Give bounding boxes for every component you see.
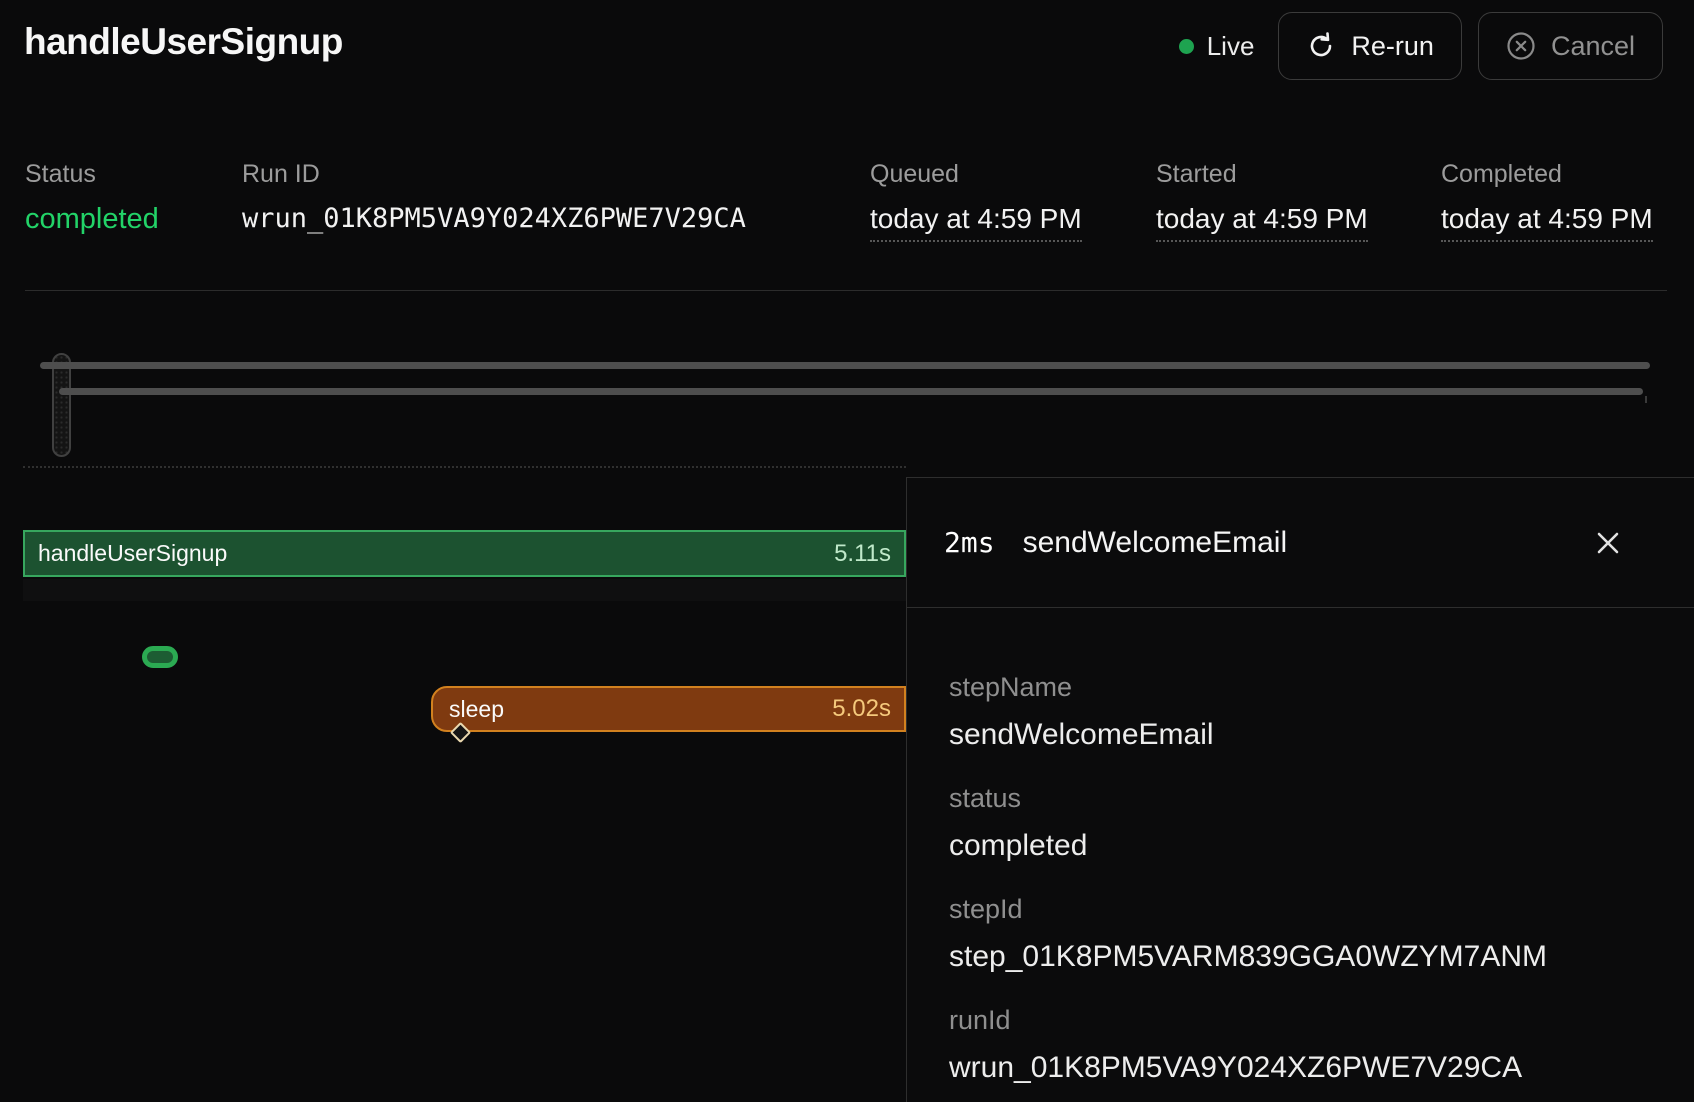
meta-run-id-label: Run ID [242,160,746,189]
rerun-button[interactable]: Re-run [1278,12,1462,80]
field-step-id-label: stepId [949,893,1654,925]
minimap-tick [1645,396,1647,403]
field-status-value: completed [949,828,1654,864]
field-step-name: stepName sendWelcomeEmail [949,671,1654,753]
cancel-button[interactable]: Cancel [1478,12,1663,80]
timeline-bar-sleep[interactable]: sleep 5.02s [431,686,906,732]
live-label: Live [1207,31,1255,62]
meta-queued-label: Queued [870,160,1082,189]
meta-run-id: Run ID wrun_01K8PM5VA9Y024XZ6PWE7V29CA [242,160,746,234]
field-status-label: status [949,782,1654,814]
field-step-name-value: sendWelcomeEmail [949,717,1654,753]
workflow-bar-duration: 5.11s [834,540,891,568]
rerun-button-label: Re-run [1351,31,1434,62]
close-panel-button[interactable] [1592,527,1624,559]
close-icon [1592,547,1624,562]
detail-step-title: sendWelcomeEmail [1023,526,1288,560]
completed-time-value: today at 4:59 PM [1441,203,1653,242]
detail-panel-body: stepName sendWelcomeEmail status complet… [907,608,1694,1086]
live-dot-icon [1179,39,1194,54]
detail-step-duration: 2ms [944,526,995,559]
field-step-id-value: step_01K8PM5VARM839GGA0WZYM7ANM [949,939,1654,975]
timeline-row-band [23,579,906,601]
queued-time-value: today at 4:59 PM [870,203,1082,242]
cancel-button-label: Cancel [1551,31,1635,62]
run-id-value: wrun_01K8PM5VA9Y024XZ6PWE7V29CA [242,203,746,234]
step-detail-panel: 2ms sendWelcomeEmail stepName sendWelcom… [906,477,1694,1102]
field-step-id: stepId step_01K8PM5VARM839GGA0WZYM7ANM [949,893,1654,975]
meta-queued: Queued today at 4:59 PM [870,160,1082,242]
field-run-id: runId wrun_01K8PM5VA9Y024XZ6PWE7V29CA [949,1004,1654,1086]
minimap-span-sleep [59,388,1643,395]
sleep-bar-duration: 5.02s [832,695,891,723]
meta-completed: Completed today at 4:59 PM [1441,160,1653,242]
started-time-value: today at 4:59 PM [1156,203,1368,242]
field-run-id-label: runId [949,1004,1654,1036]
header-divider [25,290,1667,291]
timeline-gridline [23,466,906,468]
page-title: handleUserSignup [24,21,343,63]
header-controls: Live Re-run Cancel [1179,12,1663,80]
live-indicator: Live [1179,31,1255,62]
refresh-icon [1306,31,1336,61]
meta-started-label: Started [1156,160,1368,189]
meta-status: Status completed [25,160,159,236]
field-status: status completed [949,782,1654,864]
meta-status-label: Status [25,160,159,189]
field-step-name-label: stepName [949,671,1654,703]
meta-completed-label: Completed [1441,160,1653,189]
meta-started: Started today at 4:59 PM [1156,160,1368,242]
workflow-bar-label: handleUserSignup [38,540,227,567]
cancel-circle-x-icon [1506,31,1536,61]
timeline-bar-workflow[interactable]: handleUserSignup 5.11s [23,530,906,577]
field-run-id-value: wrun_01K8PM5VA9Y024XZ6PWE7V29CA [949,1050,1654,1086]
timeline-marker-send-welcome-email[interactable] [142,646,178,668]
status-badge: completed [25,203,159,236]
detail-panel-header: 2ms sendWelcomeEmail [907,478,1694,608]
minimap-span-workflow [40,362,1650,369]
sleep-bar-label: sleep [449,696,504,723]
